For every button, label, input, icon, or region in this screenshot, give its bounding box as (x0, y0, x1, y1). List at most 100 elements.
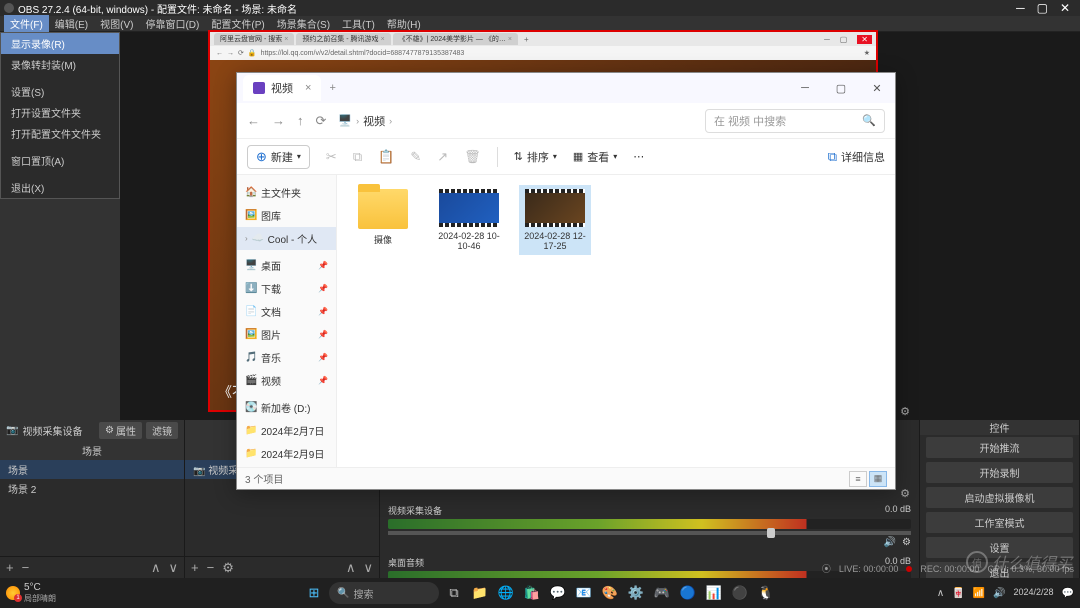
video-file-item[interactable]: 2024-02-28 10-10-46 (433, 185, 505, 255)
sidebar-item-gallery[interactable]: 🖼️图库 (237, 204, 336, 227)
sidebar-item-documents[interactable]: 📄文档📌 (237, 300, 336, 323)
sidebar-item-onedrive[interactable]: ›☁️Cool - 个人 (237, 227, 336, 250)
dd-always-on-top[interactable]: 窗口置顶(A) (1, 150, 119, 171)
gear-icon[interactable]: ⚙ (900, 487, 910, 500)
sidebar-item-drive-d[interactable]: 💽新加卷 (D:) (237, 396, 336, 419)
task-view-button[interactable]: ⧉ (443, 582, 465, 604)
remove-source-button[interactable]: − (207, 560, 215, 575)
dd-open-settings-folder[interactable]: 打开设置文件夹 (1, 102, 119, 123)
forward-button[interactable]: → (272, 113, 285, 128)
menu-help[interactable]: 帮助(H) (381, 15, 427, 32)
scene-up-button[interactable]: ∧ (151, 560, 161, 576)
delete-icon[interactable]: 🗑 (464, 149, 481, 165)
taskbar-app[interactable]: 🎮 (651, 582, 673, 604)
menu-view[interactable]: 视图(V) (94, 15, 139, 32)
view-button[interactable]: ▦查看▾ (573, 149, 617, 165)
menu-tools[interactable]: 工具(T) (336, 15, 381, 32)
folder-item[interactable]: 摄像 (347, 185, 419, 250)
tray-wifi-icon[interactable]: 📶 (973, 588, 985, 599)
taskbar-app[interactable]: 🎨 (599, 582, 621, 604)
menu-dock[interactable]: 停靠窗口(D) (139, 15, 205, 32)
filters-button[interactable]: 滤镜 (146, 422, 178, 439)
dd-remux[interactable]: 录像转封装(M) (1, 54, 119, 75)
volume-slider[interactable] (388, 531, 911, 535)
taskbar-app[interactable]: 📊 (703, 582, 725, 604)
copy-icon[interactable]: ⧉ (353, 149, 362, 165)
explorer-content[interactable]: 摄像 2024-02-28 10-10-46 2024-02-28 12-17-… (337, 175, 895, 467)
share-icon[interactable]: ↗ (437, 149, 448, 165)
taskbar-app-store[interactable]: 🛍️ (521, 582, 543, 604)
tab-close-button[interactable]: × (305, 82, 311, 94)
studio-mode-button[interactable]: 工作室模式 (926, 512, 1073, 533)
tray-lang-icon[interactable]: 🀄 (952, 588, 964, 599)
tray-volume-icon[interactable]: 🔊 (993, 588, 1005, 599)
minimize-button[interactable]: ─ (1016, 1, 1025, 15)
more-button[interactable]: ⋯ (633, 150, 644, 163)
taskbar-app[interactable]: 📧 (573, 582, 595, 604)
start-recording-button[interactable]: 开始录制 (926, 462, 1073, 483)
gear-icon[interactable]: ⚙ (900, 405, 910, 418)
details-pane-button[interactable]: ⧉详细信息 (828, 149, 885, 165)
notifications-button[interactable]: 💬 (1062, 588, 1074, 599)
explorer-close-button[interactable]: ✕ (859, 73, 895, 103)
paste-icon[interactable]: 📋 (378, 149, 394, 165)
menu-file[interactable]: 文件(F) (4, 15, 49, 32)
back-button[interactable]: ← (247, 113, 260, 128)
taskbar-app[interactable]: 🔵 (677, 582, 699, 604)
add-source-button[interactable]: + (191, 560, 199, 575)
video-file-item[interactable]: 2024-02-28 12-17-25 (519, 185, 591, 255)
dd-show-recordings[interactable]: 显示录像(R) (1, 33, 119, 54)
add-scene-button[interactable]: + (6, 560, 14, 575)
breadcrumb[interactable]: 🖥️› 视频› (338, 113, 693, 129)
sidebar-item-videos[interactable]: 🎬视频📌 (237, 369, 336, 392)
source-down-button[interactable]: ∨ (363, 560, 373, 576)
taskbar-app-explorer[interactable]: 📁 (469, 582, 491, 604)
explorer-search-input[interactable]: 在 视频 中搜索 🔍 (705, 109, 885, 133)
start-streaming-button[interactable]: 开始推流 (926, 437, 1073, 458)
explorer-minimize-button[interactable]: ─ (787, 73, 823, 103)
explorer-tab[interactable]: 视频 × (243, 75, 321, 101)
new-tab-button[interactable]: + (329, 82, 335, 94)
taskbar-app-obs[interactable]: ⚫ (729, 582, 751, 604)
source-up-button[interactable]: ∧ (346, 560, 356, 576)
sidebar-item-folder[interactable]: 📁2024年2月9日 (237, 442, 336, 465)
maximize-button[interactable]: ▢ (1037, 1, 1048, 15)
new-button[interactable]: ⊕新建▾ (247, 145, 310, 169)
tray-chevron-icon[interactable]: ∧ (937, 588, 944, 599)
rename-icon[interactable]: ✎ (410, 149, 421, 165)
refresh-button[interactable]: ⟳ (316, 113, 327, 129)
menu-scenecol[interactable]: 场景集合(S) (271, 15, 336, 32)
scene-item[interactable]: 场景 (0, 460, 184, 479)
speaker-icon[interactable]: 🔊 (884, 537, 896, 548)
dd-settings[interactable]: 设置(S) (1, 81, 119, 102)
sidebar-item-home[interactable]: 🏠主文件夹 (237, 181, 336, 204)
cut-icon[interactable]: ✂ (326, 149, 337, 165)
explorer-titlebar[interactable]: 视频 × + ─ ▢ ✕ (237, 73, 895, 103)
start-virtualcam-button[interactable]: 启动虚拟摄像机 (926, 487, 1073, 508)
taskbar-clock[interactable]: 2024/2/28 (1014, 588, 1054, 598)
view-list-button[interactable]: ≡ (849, 471, 867, 487)
source-settings-button[interactable]: ⚙ (222, 560, 234, 576)
taskbar-app-edge[interactable]: 🌐 (495, 582, 517, 604)
taskbar-app[interactable]: ⚙️ (625, 582, 647, 604)
scene-down-button[interactable]: ∨ (168, 560, 178, 576)
view-grid-button[interactable]: ▦ (869, 471, 887, 487)
sidebar-item-desktop[interactable]: 🖥️桌面📌 (237, 254, 336, 277)
properties-button[interactable]: ⚙属性 (99, 422, 142, 439)
dd-exit[interactable]: 退出(X) (1, 177, 119, 198)
sidebar-item-music[interactable]: 🎵音乐📌 (237, 346, 336, 369)
close-button[interactable]: ✕ (1060, 1, 1070, 15)
channel-settings-icon[interactable]: ⚙ (902, 537, 911, 548)
explorer-maximize-button[interactable]: ▢ (823, 73, 859, 103)
sidebar-item-folder[interactable]: 📁2024年2月7日 (237, 419, 336, 442)
start-button[interactable]: ⊞ (303, 582, 325, 604)
menu-profile[interactable]: 配置文件(P) (205, 15, 270, 32)
taskbar-search[interactable]: 🔍搜索 (329, 582, 439, 604)
taskbar-app[interactable]: 🐧 (755, 582, 777, 604)
sort-button[interactable]: ⇅排序▾ (514, 149, 557, 165)
system-tray[interactable]: ∧ 🀄 📶 🔊 2024/2/28 💬 (937, 588, 1074, 599)
taskbar-app[interactable]: 💬 (547, 582, 569, 604)
sidebar-item-downloads[interactable]: ⬇️下载📌 (237, 277, 336, 300)
remove-scene-button[interactable]: − (22, 560, 30, 575)
dd-open-profile-folder[interactable]: 打开配置文件文件夹 (1, 123, 119, 144)
